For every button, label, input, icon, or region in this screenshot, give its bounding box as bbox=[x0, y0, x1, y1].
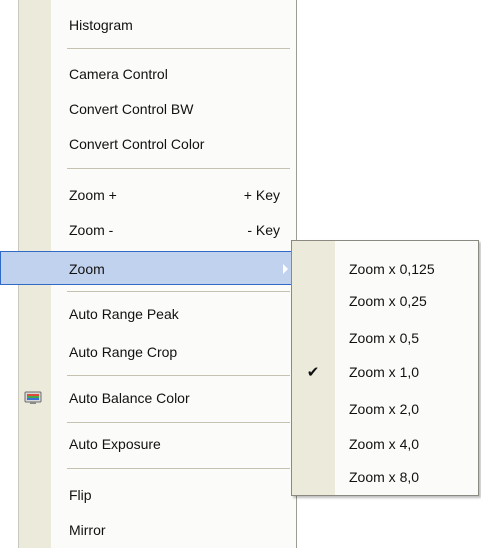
submenu-item-label: Zoom x 1,0 bbox=[349, 364, 420, 380]
submenu-item-zoom-0-25[interactable]: Zoom x 0,25 bbox=[292, 284, 478, 318]
menu-item-auto-range-peak[interactable]: Auto Range Peak bbox=[19, 297, 296, 331]
menu-item-zoom-submenu[interactable]: Zoom bbox=[0, 251, 297, 285]
submenu-item-zoom-0-125[interactable]: Zoom x 0,125 bbox=[292, 252, 478, 286]
menu-separator bbox=[67, 168, 290, 169]
submenu-item-zoom-0-5[interactable]: Zoom x 0,5 bbox=[292, 321, 478, 355]
menu-separator bbox=[67, 468, 290, 469]
submenu-item-label: Zoom x 0,125 bbox=[349, 261, 435, 277]
submenu-item-label: Zoom x 0,5 bbox=[349, 330, 420, 346]
menu-item-auto-range-crop[interactable]: Auto Range Crop bbox=[19, 335, 296, 369]
menu-item-auto-exposure[interactable]: Auto Exposure bbox=[19, 427, 296, 461]
submenu-item-zoom-2-0[interactable]: Zoom x 2,0 bbox=[292, 392, 478, 426]
submenu-arrow-icon bbox=[283, 264, 288, 274]
submenu-item-zoom-8-0[interactable]: Zoom x 8,0 bbox=[292, 460, 478, 494]
menu-item-label: Auto Range Peak bbox=[69, 306, 179, 322]
menu-item-label: Convert Control BW bbox=[69, 101, 194, 117]
menu-item-label: Auto Range Crop bbox=[69, 344, 178, 360]
color-balance-icon bbox=[24, 391, 42, 404]
submenu-item-label: Zoom x 4,0 bbox=[349, 436, 420, 452]
menu-separator bbox=[67, 375, 290, 376]
checkmark-icon: ✔ bbox=[306, 364, 320, 381]
submenu-item-zoom-1-0[interactable]: ✔ Zoom x 1,0 bbox=[292, 355, 478, 389]
menu-item-zoom-out[interactable]: Zoom - - Key bbox=[19, 213, 296, 247]
zoom-submenu: Zoom x 0,125 Zoom x 0,25 Zoom x 0,5 ✔ Zo… bbox=[291, 240, 479, 496]
menu-item-histogram[interactable]: Histogram bbox=[19, 8, 296, 42]
menu-separator bbox=[67, 422, 290, 423]
menu-item-label: Flip bbox=[69, 487, 92, 503]
menu-item-label: Zoom - bbox=[69, 222, 114, 238]
submenu-item-label: Zoom x 8,0 bbox=[349, 469, 420, 485]
menu-item-label: Convert Control Color bbox=[69, 136, 205, 152]
menu-item-camera-control[interactable]: Camera Control bbox=[19, 57, 296, 91]
menu-item-label: Auto Exposure bbox=[69, 436, 161, 452]
menu-separator bbox=[67, 291, 290, 292]
context-menu: Histogram Camera Control Convert Control… bbox=[0, 0, 297, 548]
menu-item-shortcut: - Key bbox=[247, 222, 280, 238]
submenu-item-zoom-4-0[interactable]: Zoom x 4,0 bbox=[292, 427, 478, 461]
menu-item-label: Mirror bbox=[69, 522, 106, 538]
menu-item-flip[interactable]: Flip bbox=[19, 478, 296, 512]
menu-item-convert-control-bw[interactable]: Convert Control BW bbox=[19, 92, 296, 126]
menu-item-convert-control-color[interactable]: Convert Control Color bbox=[19, 127, 296, 161]
menu-item-label: Auto Balance Color bbox=[69, 390, 190, 406]
menu-item-auto-balance-color[interactable]: Auto Balance Color bbox=[19, 381, 296, 415]
menu-item-label: Histogram bbox=[69, 17, 133, 33]
submenu-item-label: Zoom x 2,0 bbox=[349, 401, 420, 417]
menu-item-zoom-in[interactable]: Zoom + + Key bbox=[19, 178, 296, 212]
menu-separator bbox=[67, 48, 290, 49]
menu-item-mirror[interactable]: Mirror bbox=[19, 513, 296, 547]
menu-item-label: Zoom bbox=[69, 261, 105, 277]
menu-item-shortcut: + Key bbox=[243, 187, 280, 203]
menu-item-label: Camera Control bbox=[69, 66, 168, 82]
submenu-item-label: Zoom x 0,25 bbox=[349, 293, 427, 309]
menu-item-label: Zoom + bbox=[69, 187, 117, 203]
